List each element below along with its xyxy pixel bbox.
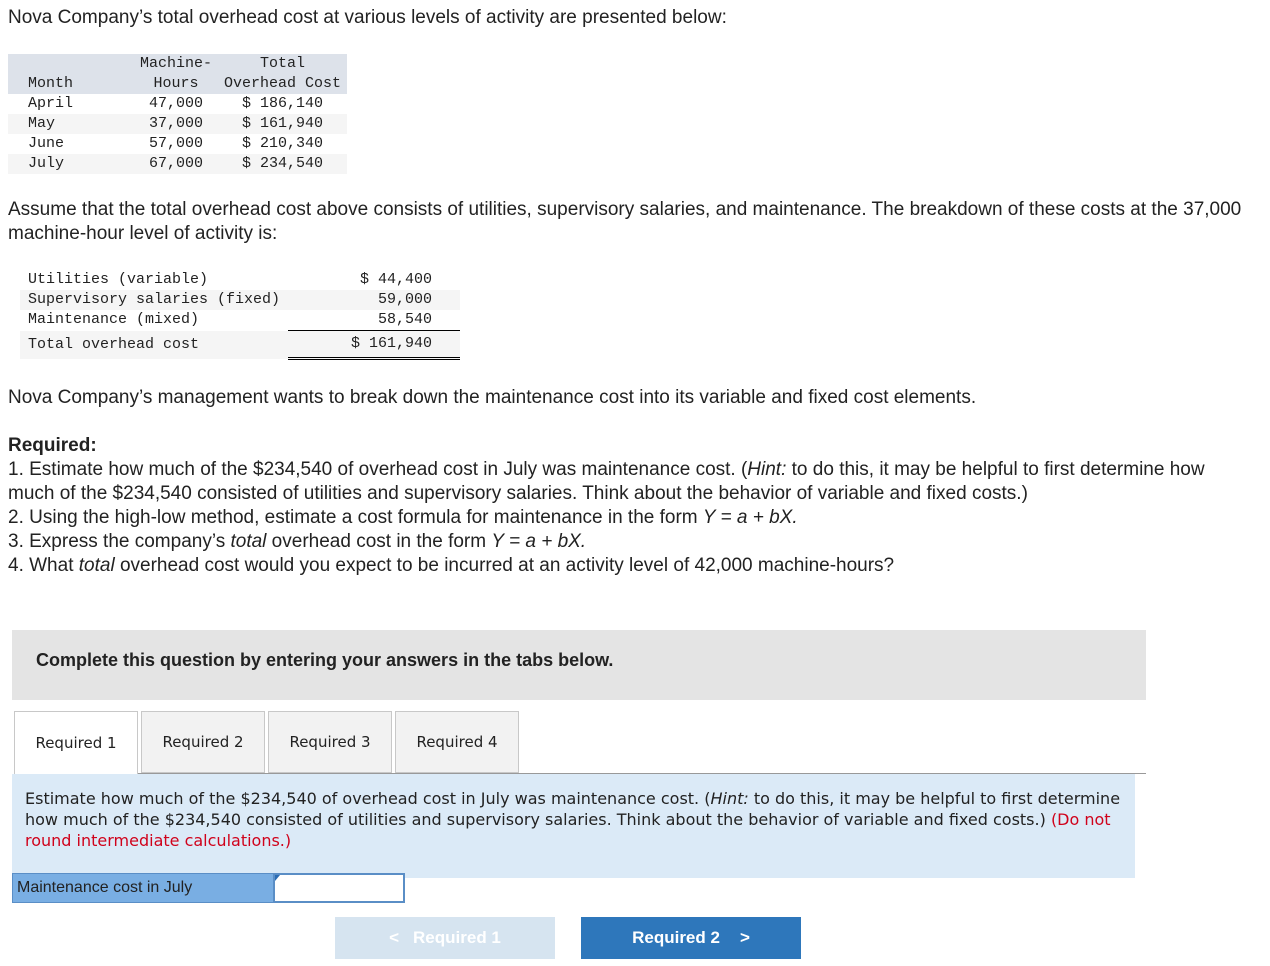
required-section: Required: 1. Estimate how much of the $2… <box>8 435 1205 576</box>
tab-required-4[interactable]: Required 4 <box>395 711 519 773</box>
prev-button[interactable]: < Required 1 <box>335 917 555 959</box>
tab-required-3[interactable]: Required 3 <box>268 711 392 773</box>
table-row: Supervisory salaries (fixed) 59,000 <box>20 290 461 310</box>
next-button[interactable]: Required 2 > <box>581 917 801 959</box>
tab-required-2[interactable]: Required 2 <box>141 711 265 773</box>
table-row: May 37,000 $ 161,940 <box>8 114 348 134</box>
breakdown-table: Utilities (variable) $ 44,400 Supervisory… <box>20 270 461 360</box>
overhead-table: Machine- Total Month Hours Overhead Cost Ap… <box>8 54 348 174</box>
mgmt-text: Nova Company’s management wants to break… <box>8 387 977 408</box>
table-row: June 57,000 $ 210,340 <box>28 135 324 152</box>
assume-text: Assume that the total overhead cost abov… <box>8 199 1242 244</box>
tab-required-1[interactable]: Required 1 <box>14 711 138 775</box>
intro-text: Nova Company’s total overhead cost at va… <box>8 7 727 28</box>
instructions: Estimate how much of the $234,540 of ove… <box>12 774 1135 878</box>
maintenance-cost-input[interactable] <box>273 873 405 903</box>
chevron-right-icon: > <box>739 928 750 947</box>
maintenance-label: Maintenance cost in July <box>12 873 276 903</box>
total-row: Total overhead cost $ 161,940 <box>20 330 461 360</box>
complete-banner: Complete this question by entering your … <box>12 630 1146 700</box>
chevron-left-icon: < <box>389 928 400 947</box>
tab-bar: Required 1 Required 2 Required 3 Require… <box>14 711 522 775</box>
table-row: Maintenance (mixed) 58,540 <box>20 310 461 331</box>
table-row: July 67,000 $ 234,540 <box>8 154 348 174</box>
table-row: April 47,000 $ 186,140 <box>28 95 324 112</box>
table-row: Utilities (variable) $ 44,400 <box>28 271 433 288</box>
